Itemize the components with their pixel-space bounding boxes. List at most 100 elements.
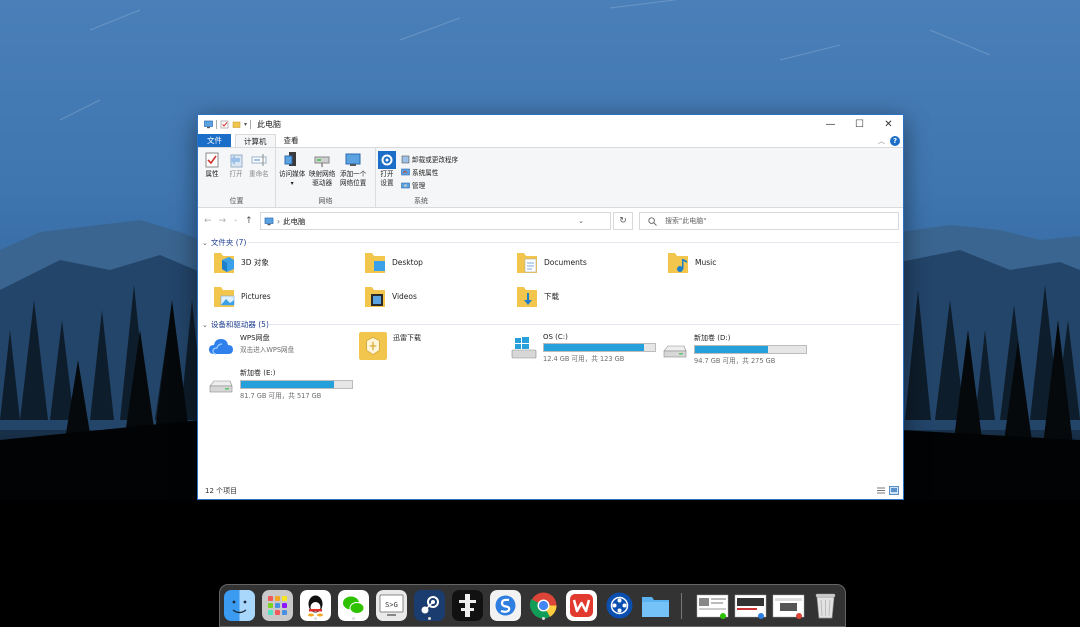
hard-drive-icon xyxy=(209,380,233,393)
dock-trash[interactable] xyxy=(810,590,841,621)
properties-check-icon[interactable] xyxy=(220,120,229,129)
map-network-drive-button[interactable]: 映射网络 驱动器 xyxy=(309,151,335,188)
dock-recent-window-3[interactable] xyxy=(772,590,805,621)
collapse-ribbon-icon[interactable]: ︿ xyxy=(878,136,885,146)
access-media-button[interactable]: 访问媒体 ▾ xyxy=(279,151,305,188)
open-settings-button[interactable]: 打开 设置 xyxy=(378,151,396,188)
dock-wps[interactable] xyxy=(566,590,597,621)
collapse-chevron-icon[interactable]: ⌄ xyxy=(202,239,208,247)
computer-icon xyxy=(204,120,213,129)
dock-folder[interactable] xyxy=(640,590,671,621)
up-arrow-icon[interactable]: ↑ xyxy=(245,216,253,226)
search-input[interactable]: 搜索"此电脑" xyxy=(639,212,899,230)
window-controls: — ☐ ✕ xyxy=(816,115,903,134)
properties-button[interactable]: 属性 xyxy=(203,151,221,179)
system-properties-icon xyxy=(401,168,410,175)
dock-sogou[interactable] xyxy=(490,590,521,621)
dock-chrome[interactable] xyxy=(528,590,559,621)
open-settings-label-2: 设置 xyxy=(380,179,394,187)
breadcrumb-path[interactable]: 此电脑 xyxy=(283,216,306,227)
drive-xunlei[interactable]: 迅雷下载 xyxy=(359,331,421,365)
folder-3d-objects[interactable]: 3D 对象 xyxy=(212,247,362,277)
dock: S>G xyxy=(219,584,846,627)
drives-group-header[interactable]: ⌄ 设备和驱动器 (5) xyxy=(202,319,269,330)
rename-icon xyxy=(251,154,267,166)
folder-documents[interactable]: Documents xyxy=(515,247,665,277)
large-icons-view-icon[interactable] xyxy=(889,486,899,495)
dock-finder[interactable] xyxy=(224,590,255,621)
drive-wps-cloud[interactable]: WPS网盘 双击进入WPS网盘 xyxy=(208,331,294,365)
separator xyxy=(216,120,217,129)
folder-videos[interactable]: Videos xyxy=(363,281,513,311)
hard-drive-icon xyxy=(663,345,687,358)
forward-arrow-icon[interactable]: → xyxy=(219,216,227,226)
uninstall-icon xyxy=(401,155,410,163)
details-view-icon[interactable] xyxy=(876,486,886,495)
group-divider xyxy=(248,242,900,243)
separator xyxy=(250,120,252,129)
folder-name: Pictures xyxy=(241,291,271,301)
properties-label: 属性 xyxy=(205,170,219,178)
access-media-label: 访问媒体 xyxy=(279,170,306,178)
refresh-button[interactable]: ↻ xyxy=(613,212,633,230)
usage-bar-fill xyxy=(695,346,769,353)
tab-computer[interactable]: 计算机 xyxy=(235,134,276,147)
back-arrow-icon[interactable]: ← xyxy=(204,216,212,226)
dock-separator xyxy=(681,593,682,619)
address-bar[interactable]: › 此电脑 ⌄ xyxy=(260,212,611,230)
usage-bar-fill xyxy=(544,344,644,351)
ribbon-tab-right: ︿ ? xyxy=(878,136,900,146)
address-dropdown-icon[interactable]: ⌄ xyxy=(578,217,584,225)
new-folder-icon[interactable] xyxy=(232,120,241,129)
tab-file[interactable]: 文件 xyxy=(198,134,231,147)
window-title: 此电脑 xyxy=(257,120,282,129)
folder-name: Videos xyxy=(392,291,417,301)
drive-free-space: 81.7 GB 可用，共 517 GB xyxy=(240,392,322,400)
drive-free-space: 94.7 GB 可用，共 275 GB xyxy=(694,357,776,365)
status-bar: 12 个项目 xyxy=(198,483,903,499)
dock-recent-window-2[interactable] xyxy=(734,590,767,621)
drive-info: WPS网盘 双击进入WPS网盘 xyxy=(240,331,294,354)
maximize-button[interactable]: ☐ xyxy=(845,115,874,134)
drive-c[interactable]: OS (C:) 12.4 GB 可用，共 123 GB xyxy=(511,331,656,365)
system-properties-button[interactable]: 系统属性 xyxy=(401,167,438,177)
dock-wechat[interactable] xyxy=(338,590,369,621)
help-icon[interactable]: ? xyxy=(890,136,900,146)
xunlei-icon xyxy=(359,332,387,360)
add-location-label-2: 网络位置 xyxy=(340,179,367,187)
running-indicator xyxy=(314,617,317,620)
pictures-folder-icon xyxy=(214,287,235,307)
dock-terminal[interactable]: S>G xyxy=(376,590,407,621)
folder-downloads[interactable]: 下载 xyxy=(515,281,665,311)
dock-steam[interactable] xyxy=(414,590,445,621)
video-player-icon xyxy=(606,592,633,619)
dock-video-player[interactable] xyxy=(604,590,635,621)
qat-dropdown-icon[interactable]: ▾ xyxy=(244,121,247,128)
dock-qq[interactable] xyxy=(300,590,331,621)
uninstall-program-button[interactable]: 卸载或更改程序 xyxy=(401,154,458,164)
drive-e[interactable]: 新加卷 (E:) 81.7 GB 可用，共 517 GB xyxy=(208,366,353,400)
tab-view[interactable]: 查看 xyxy=(276,134,307,147)
dock-app[interactable] xyxy=(452,590,483,621)
rename-button[interactable]: 重命名 xyxy=(249,151,269,179)
folder-music[interactable]: Music xyxy=(666,247,816,277)
folder-pictures[interactable]: Pictures xyxy=(212,281,362,311)
group-label-network: 网络 xyxy=(318,197,333,205)
open-icon xyxy=(230,154,243,168)
dock-recent-window-1[interactable] xyxy=(696,590,729,621)
drive-info: 新加卷 (D:) 94.7 GB 可用，共 275 GB xyxy=(694,331,807,365)
drive-name: 新加卷 (E:) xyxy=(240,369,276,377)
add-network-location-button[interactable]: 添加一个 网络位置 xyxy=(340,151,366,188)
minimize-button[interactable]: — xyxy=(816,115,845,134)
recent-locations-chevron-icon[interactable]: ⌄ xyxy=(233,216,238,226)
folder-desktop[interactable]: Desktop xyxy=(363,247,513,277)
trash-icon xyxy=(815,593,836,619)
close-button[interactable]: ✕ xyxy=(874,115,903,134)
collapse-chevron-icon[interactable]: ⌄ xyxy=(202,321,208,329)
dock-launchpad[interactable] xyxy=(262,590,293,621)
manage-button[interactable]: 管理 xyxy=(401,180,425,190)
open-button[interactable]: 打开 xyxy=(227,151,245,179)
videos-folder-icon xyxy=(365,287,385,307)
drive-d[interactable]: 新加卷 (D:) 94.7 GB 可用，共 275 GB xyxy=(662,331,807,365)
folder-name: 下载 xyxy=(544,291,559,301)
